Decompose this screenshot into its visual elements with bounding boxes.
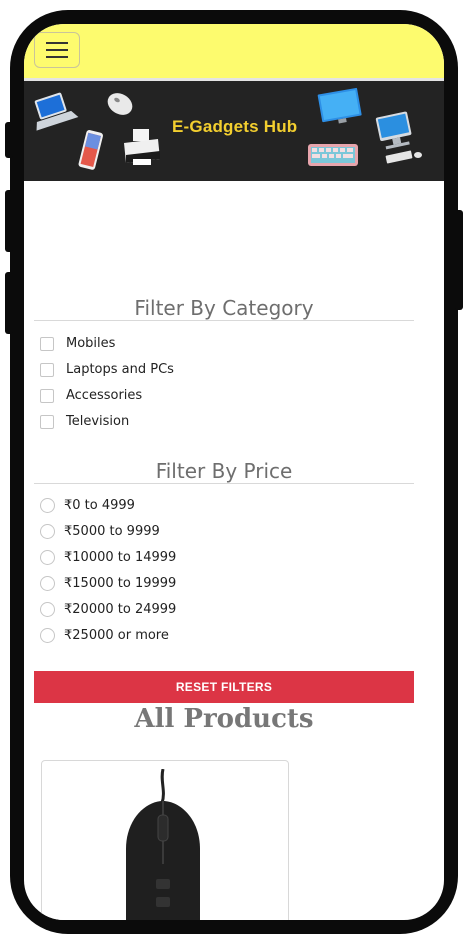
- price-label: ₹10000 to 14999: [64, 550, 177, 565]
- checkbox[interactable]: [40, 388, 54, 403]
- radio-button[interactable]: [40, 576, 55, 591]
- price-option[interactable]: ₹5000 to 9999: [40, 524, 160, 539]
- keyboard-icon: [308, 144, 358, 166]
- hero-banner: E-Gadgets Hub: [24, 81, 444, 181]
- category-label: Television: [66, 414, 130, 429]
- hamburger-icon: [46, 42, 68, 44]
- category-label: Accessories: [66, 388, 143, 403]
- top-navbar: [24, 24, 444, 81]
- hamburger-icon: [46, 49, 68, 51]
- price-option[interactable]: ₹15000 to 19999: [40, 576, 176, 591]
- desktop-computer-icon: [375, 111, 422, 164]
- radio-button[interactable]: [40, 498, 55, 513]
- reset-filters-button[interactable]: RESET FILTERS: [34, 671, 414, 703]
- phone-side-button: [455, 210, 463, 310]
- brand-title: E-Gadgets Hub: [172, 117, 298, 136]
- checkbox[interactable]: [40, 336, 54, 351]
- price-option[interactable]: ₹10000 to 14999: [40, 550, 176, 565]
- laptop-icon: [34, 92, 79, 131]
- screen: E-Gadgets Hub Filter By Category Mobiles…: [24, 24, 444, 920]
- hamburger-icon: [46, 56, 68, 58]
- product-card[interactable]: [41, 760, 289, 920]
- divider: [34, 320, 414, 321]
- category-filter-title: Filter By Category: [134, 296, 314, 320]
- all-products-title: All Products: [134, 704, 314, 734]
- price-label: ₹0 to 4999: [64, 498, 135, 513]
- category-option[interactable]: Accessories: [40, 388, 142, 403]
- category-label: Laptops and PCs: [66, 362, 174, 377]
- category-option[interactable]: Television: [40, 414, 129, 429]
- checkbox[interactable]: [40, 362, 54, 377]
- radio-button[interactable]: [40, 550, 55, 565]
- printer-icon: [124, 129, 160, 165]
- radio-button[interactable]: [40, 524, 55, 539]
- mouse-icon: [126, 769, 200, 920]
- hamburger-menu-button[interactable]: [34, 32, 80, 68]
- price-label: ₹20000 to 24999: [64, 602, 177, 617]
- price-filter-title: Filter By Price: [155, 459, 293, 483]
- price-option[interactable]: ₹25000 or more: [40, 628, 169, 643]
- phone-side-button: [5, 122, 13, 158]
- category-option[interactable]: Mobiles: [40, 336, 115, 351]
- mouse-icon: [107, 93, 133, 115]
- radio-button[interactable]: [40, 602, 55, 617]
- divider: [34, 483, 414, 484]
- price-label: ₹15000 to 19999: [64, 576, 177, 591]
- price-option[interactable]: ₹0 to 4999: [40, 498, 135, 513]
- phone-side-button: [5, 272, 13, 334]
- checkbox[interactable]: [40, 414, 54, 429]
- price-label: ₹5000 to 9999: [64, 524, 160, 539]
- radio-button[interactable]: [40, 628, 55, 643]
- price-label: ₹25000 or more: [64, 628, 169, 643]
- price-option[interactable]: ₹20000 to 24999: [40, 602, 176, 617]
- category-option[interactable]: Laptops and PCs: [40, 362, 174, 377]
- smartphone-icon: [78, 130, 103, 170]
- phone-side-button: [5, 190, 13, 252]
- monitor-icon: [317, 87, 362, 124]
- category-label: Mobiles: [66, 336, 116, 351]
